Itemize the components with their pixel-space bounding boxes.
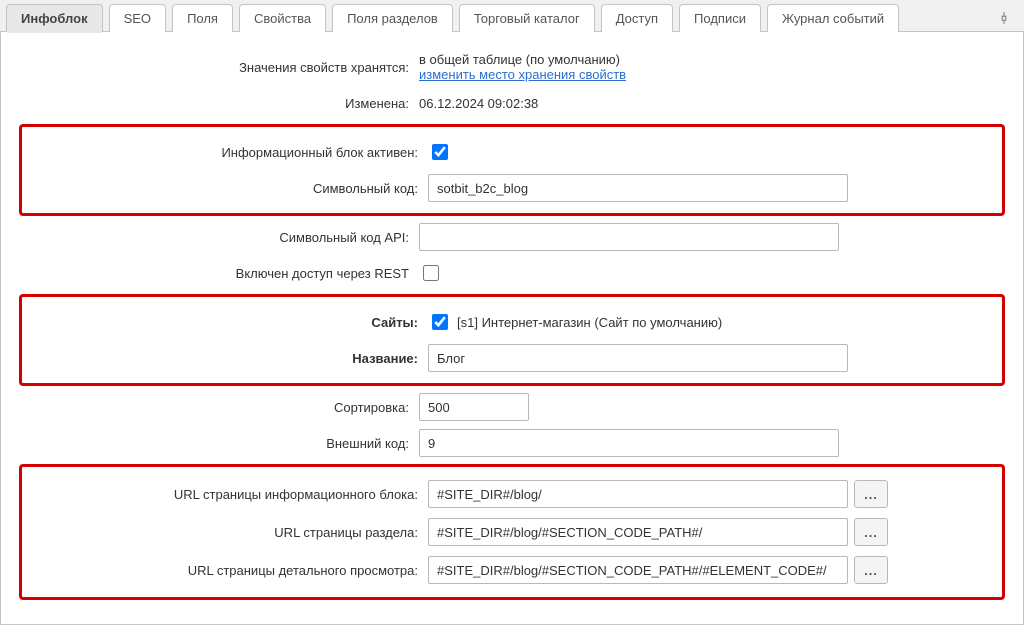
tab-captions[interactable]: Подписи — [679, 4, 761, 32]
tab-infoblock[interactable]: Инфоблок — [6, 4, 103, 32]
label-values-stored: Значения свойств хранятся: — [19, 60, 419, 75]
url-section-input[interactable] — [428, 518, 848, 546]
sort-input[interactable] — [419, 393, 529, 421]
highlight-active-code: Информационный блок активен: Символьный … — [19, 124, 1005, 216]
label-modified: Изменена: — [19, 96, 419, 111]
tab-catalog[interactable]: Торговый каталог — [459, 4, 595, 32]
tab-section-fields[interactable]: Поля разделов — [332, 4, 453, 32]
label-sites: Сайты: — [28, 315, 428, 330]
form-panel: Значения свойств хранятся: в общей табли… — [0, 32, 1024, 625]
url-iblock-input[interactable] — [428, 480, 848, 508]
label-api-code: Символьный код API: — [19, 230, 419, 245]
change-storage-link[interactable]: изменить место хранения свойств — [419, 67, 626, 82]
tab-seo[interactable]: SEO — [109, 4, 166, 32]
tab-bar: Инфоблок SEO Поля Свойства Поля разделов… — [0, 0, 1024, 32]
label-url-iblock: URL страницы информационного блока: — [28, 487, 428, 502]
row-sort: Сортировка: — [19, 392, 1005, 422]
label-code: Символьный код: — [28, 181, 428, 196]
tab-fields[interactable]: Поля — [172, 4, 233, 32]
pin-icon[interactable] — [990, 4, 1018, 31]
name-input[interactable] — [428, 344, 848, 372]
api-code-input[interactable] — [419, 223, 839, 251]
site-s1-checkbox[interactable] — [432, 314, 448, 330]
url-section-picker-button[interactable]: ... — [854, 518, 888, 546]
row-xml-id: Внешний код: — [19, 428, 1005, 458]
label-url-detail: URL страницы детального просмотра: — [28, 563, 428, 578]
label-xml-id: Внешний код: — [19, 436, 419, 451]
label-active: Информационный блок активен: — [28, 145, 428, 160]
label-rest: Включен доступ через REST — [19, 266, 419, 281]
label-name: Название: — [28, 351, 428, 366]
active-checkbox[interactable] — [432, 144, 448, 160]
modified-value: 06.12.2024 09:02:38 — [419, 96, 538, 111]
highlight-sites-name: Сайты: [s1] Интернет-магазин (Сайт по ум… — [19, 294, 1005, 386]
row-values-stored: Значения свойств хранятся: в общей табли… — [19, 52, 1005, 82]
tab-event-log[interactable]: Журнал событий — [767, 4, 899, 32]
code-input[interactable] — [428, 174, 848, 202]
tab-properties[interactable]: Свойства — [239, 4, 326, 32]
row-api-code: Символьный код API: — [19, 222, 1005, 252]
url-detail-picker-button[interactable]: ... — [854, 556, 888, 584]
values-stored-text: в общей таблице (по умолчанию) — [419, 52, 620, 67]
highlight-urls: URL страницы информационного блока: ... … — [19, 464, 1005, 600]
site-s1-label: [s1] Интернет-магазин (Сайт по умолчанию… — [457, 315, 722, 330]
row-modified: Изменена: 06.12.2024 09:02:38 — [19, 88, 1005, 118]
row-rest: Включен доступ через REST — [19, 258, 1005, 288]
rest-checkbox[interactable] — [423, 265, 439, 281]
label-sort: Сортировка: — [19, 400, 419, 415]
label-url-section: URL страницы раздела: — [28, 525, 428, 540]
xml-id-input[interactable] — [419, 429, 839, 457]
url-detail-input[interactable] — [428, 556, 848, 584]
tab-access[interactable]: Доступ — [601, 4, 673, 32]
url-iblock-picker-button[interactable]: ... — [854, 480, 888, 508]
